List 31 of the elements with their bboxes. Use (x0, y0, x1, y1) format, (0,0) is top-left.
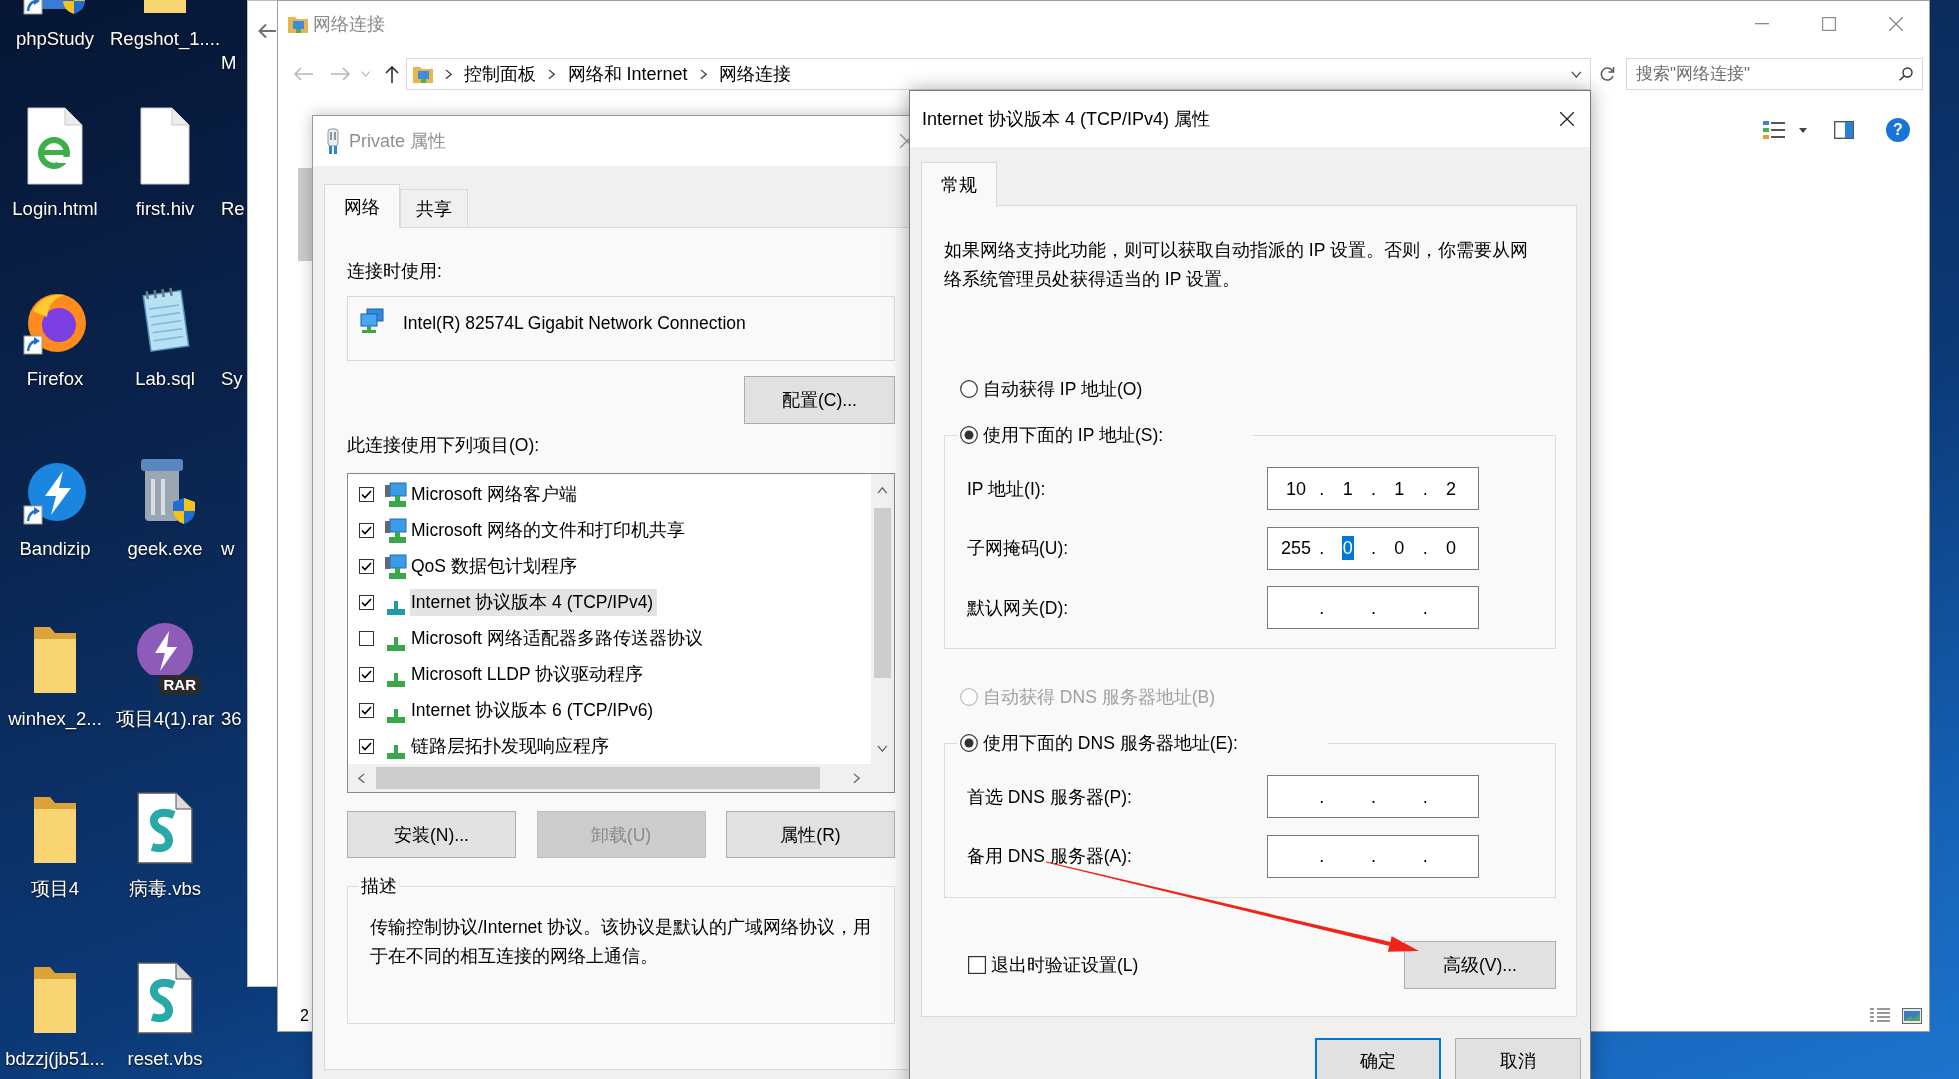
dot-separator: . (1318, 785, 1326, 809)
dot-separator: . (1370, 596, 1378, 620)
dialog-title: Private 属性 (349, 130, 447, 153)
field-label: IP 地址(I): (967, 477, 1047, 501)
field-label: 备用 DNS 服务器(A): (967, 845, 1133, 868)
window-title: 网络连接 (313, 13, 385, 36)
field-label: 子网掩码(U): (967, 537, 1070, 560)
field-label: 连接时使用: (347, 260, 443, 283)
field-label: 此连接使用下列项目(O): (347, 434, 541, 457)
status-text: 2 (300, 1007, 309, 1025)
dot-separator: . (1421, 785, 1429, 809)
dot-separator: . (1421, 537, 1429, 560)
dot-separator: . (1318, 845, 1326, 868)
intro-text: 如果网络支持此功能，则可以获取自动指派的 IP 设置。否则，你需要从网络系统管理员处获得适当的 IP 设置。 (944, 239, 1529, 291)
dot-separator: . (1318, 596, 1326, 620)
description-text: 传输控制协议/Internet 协议。该协议是默认的广域网络协议，用于在不同的相互连接的网络上通信。 (370, 916, 873, 968)
dot-separator: . (1318, 537, 1326, 560)
dot-separator: . (1318, 477, 1326, 501)
adapter-name: Intel(R) 82574L Gigabit Network Connection (403, 312, 746, 335)
dot-separator: . (1421, 596, 1429, 620)
dot-separator: . (1421, 845, 1429, 868)
dot-separator: . (1421, 477, 1429, 501)
dot-separator: . (1370, 537, 1378, 560)
group-label: 描述 (360, 875, 398, 898)
dialog-title: Internet 协议版本 4 (TCP/IPv4) 属性 (922, 108, 1211, 131)
dot-separator: . (1370, 845, 1378, 868)
dot-separator: . (1370, 477, 1378, 501)
icon-badge: RAR (158, 675, 201, 695)
field-label: 默认网关(D): (967, 596, 1070, 620)
dot-separator: . (1370, 785, 1378, 809)
field-label: 首选 DNS 服务器(P): (967, 785, 1133, 809)
